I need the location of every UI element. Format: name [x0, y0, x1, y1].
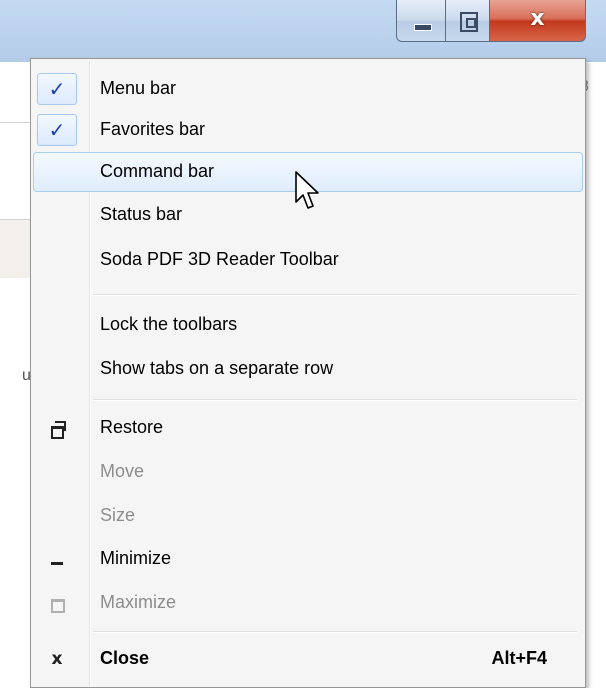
menu-item-menu-bar[interactable]: ✓ Menu bar [33, 69, 583, 109]
mouse-cursor-icon [295, 171, 319, 209]
menu-item-show-tabs-separate-row[interactable]: Show tabs on a separate row [33, 349, 583, 389]
minimize-icon [47, 549, 67, 569]
menu-item-minimize[interactable]: Minimize [33, 539, 583, 579]
caption-buttons: x [396, 0, 586, 44]
restore-window-button[interactable] [446, 0, 490, 42]
toolbar-context-menu: ✓ Menu bar ✓ Favorites bar Command bar S… [30, 58, 586, 688]
menu-item-label: Lock the toolbars [100, 314, 238, 334]
menu-item-label: Favorites bar [100, 119, 206, 139]
close-window-button[interactable]: x [490, 0, 586, 42]
window-title-bar: x [0, 0, 606, 62]
menu-item-soda-pdf-toolbar[interactable]: Soda PDF 3D Reader Toolbar [33, 240, 583, 280]
menu-item-label: Maximize [100, 592, 177, 612]
menu-item-close[interactable]: x Close Alt+F4 [33, 639, 583, 679]
menu-item-label: Status bar [100, 204, 183, 224]
close-icon: x [530, 6, 545, 31]
menu-separator [93, 294, 577, 296]
check-icon: ✓ [37, 73, 77, 105]
menu-item-maximize: Maximize [33, 583, 583, 623]
menu-item-size: Size [33, 496, 583, 536]
menu-item-restore[interactable]: Restore [33, 408, 583, 448]
menu-separator [93, 631, 577, 633]
menu-item-label: Size [100, 505, 136, 525]
restore-icon [47, 418, 67, 439]
menu-item-label: Show tabs on a separate row [100, 358, 334, 378]
menu-item-label: Soda PDF 3D Reader Toolbar [100, 249, 339, 269]
menu-item-favorites-bar[interactable]: ✓ Favorites bar [33, 110, 583, 150]
menu-item-label: Close [100, 648, 150, 668]
menu-item-lock-toolbars[interactable]: Lock the toolbars [33, 305, 583, 345]
maximize-icon [47, 593, 67, 613]
menu-item-move: Move [33, 452, 583, 492]
menu-item-label: Menu bar [100, 78, 177, 98]
menu-item-label: Command bar [100, 161, 215, 181]
check-icon: ✓ [37, 114, 77, 146]
restore-window-icon [460, 12, 478, 32]
close-icon: x [51, 649, 63, 669]
menu-item-label: Minimize [100, 548, 172, 568]
menu-item-label: Move [100, 461, 145, 481]
menu-separator [93, 399, 577, 401]
menu-item-label: Restore [100, 417, 164, 437]
menu-item-shortcut: Alt+F4 [491, 648, 547, 668]
minimize-button[interactable] [396, 0, 446, 42]
minimize-icon [414, 24, 432, 31]
